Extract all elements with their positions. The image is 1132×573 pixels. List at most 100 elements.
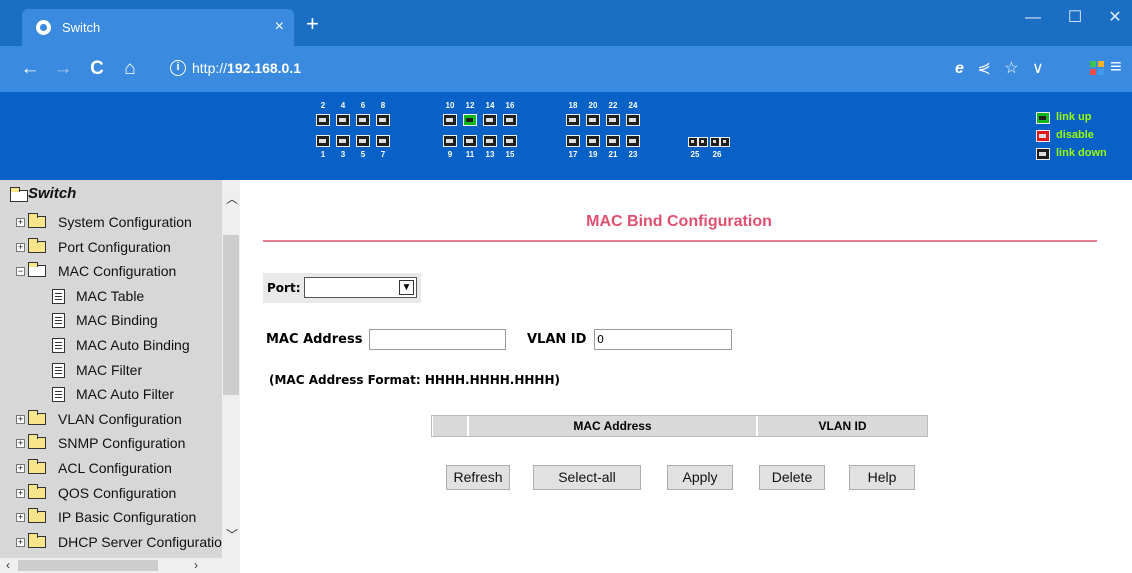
port-disabled-icon	[1036, 130, 1050, 142]
port-15-icon[interactable]	[503, 135, 517, 147]
vlan-id-input[interactable]	[594, 329, 732, 350]
port-25-icon[interactable]	[688, 137, 698, 147]
port-4-icon[interactable]	[336, 114, 350, 126]
port-number-label: 4	[340, 101, 346, 110]
scrollbar-thumb[interactable]	[223, 235, 239, 395]
mac-address-input[interactable]	[369, 329, 506, 350]
port-10-icon[interactable]	[443, 114, 457, 126]
page-icon	[52, 362, 65, 378]
ie-mode-icon[interactable]: e	[955, 58, 964, 80]
close-tab-icon[interactable]: ×	[275, 17, 284, 37]
browser-tab-bar: Switch × + — ☐ ✕	[0, 0, 1132, 46]
port-21-icon[interactable]	[606, 135, 620, 147]
new-tab-button[interactable]: +	[306, 13, 319, 35]
port-number-label: 5	[360, 150, 366, 159]
info-icon[interactable]: i	[170, 60, 186, 76]
help-button[interactable]: Help	[849, 465, 915, 490]
nav-tree: Switch + System Configuration + Port Config…	[0, 180, 222, 558]
horizontal-scrollbar[interactable]: ‹ ›	[0, 558, 240, 573]
scrollbar-thumb[interactable]	[18, 560, 158, 571]
star-icon[interactable]: ☆	[1004, 58, 1018, 80]
port-25-icon	[698, 137, 708, 147]
expand-icon[interactable]: +	[16, 537, 25, 547]
port-9-icon[interactable]	[443, 135, 457, 147]
maximize-button[interactable]: ☐	[1060, 8, 1090, 28]
expand-icon[interactable]: +	[16, 439, 25, 449]
title-divider	[263, 240, 1097, 242]
folder-icon	[28, 434, 46, 450]
scroll-down-icon[interactable]: ﹀	[226, 526, 238, 543]
chevron-down-icon[interactable]: ▼	[399, 280, 414, 295]
mac-address-label: MAC Address	[266, 332, 363, 347]
port-number-label: 15	[505, 150, 515, 159]
vertical-scrollbar[interactable]: ︿ ﹀	[222, 180, 240, 558]
port-number-label: 11	[465, 150, 475, 159]
port-up-icon	[1036, 112, 1050, 124]
port-26-icon[interactable]	[710, 137, 720, 147]
port-18-icon[interactable]	[566, 114, 580, 126]
home-button[interactable]: ⌂	[118, 58, 142, 80]
port-20-icon[interactable]	[586, 114, 600, 126]
chevron-down-icon[interactable]: ∨	[1032, 58, 1044, 80]
expand-icon[interactable]: +	[16, 218, 25, 227]
reload-button[interactable]: C	[85, 58, 109, 80]
expand-icon[interactable]: +	[16, 513, 25, 523]
port-24-icon[interactable]	[626, 114, 640, 126]
expand-icon[interactable]: +	[16, 464, 25, 473]
delete-button[interactable]: Delete	[759, 465, 825, 490]
port-number-label: 25	[690, 150, 700, 159]
refresh-button[interactable]: Refresh	[446, 465, 510, 490]
share-icon[interactable]: ⋞	[977, 58, 990, 80]
port-22-icon[interactable]	[606, 114, 620, 126]
port-13-icon[interactable]	[483, 135, 497, 147]
port-number-label: 6	[360, 101, 366, 110]
collapse-icon[interactable]: −	[16, 267, 25, 277]
port-2-icon[interactable]	[316, 114, 330, 126]
port-5-icon[interactable]	[356, 135, 370, 147]
vlan-id-column-header: VLAN ID	[758, 416, 927, 436]
port-number-label: 7	[380, 150, 386, 159]
back-button[interactable]: ←	[18, 58, 42, 80]
folder-icon	[28, 483, 46, 499]
port-number-label: 26	[712, 150, 722, 159]
port-17-icon[interactable]	[566, 135, 580, 147]
forward-button[interactable]: →	[51, 58, 75, 80]
port-19-icon[interactable]	[586, 135, 600, 147]
page-icon	[52, 387, 65, 403]
port-12-icon[interactable]	[463, 114, 477, 126]
close-window-button[interactable]: ✕	[1100, 8, 1130, 28]
switch-port-panel: 2 4 6 8 10 12 14 16 18 20 22 24 1 3 5 7 9 11 13 15 17 19 21 23 2…	[0, 92, 1132, 180]
port-8-icon[interactable]	[376, 114, 390, 126]
vlan-id-label: VLAN ID	[527, 332, 587, 347]
apps-icon[interactable]	[1090, 61, 1106, 77]
port-14-icon[interactable]	[483, 114, 497, 126]
apply-button[interactable]: Apply	[667, 465, 733, 490]
port-23-icon[interactable]	[626, 135, 640, 147]
scroll-up-icon[interactable]: ︿	[226, 190, 238, 207]
port-7-icon[interactable]	[376, 135, 390, 147]
mac-address-column-header: MAC Address	[469, 416, 756, 436]
page-title: MAC Bind Configuration	[586, 213, 772, 230]
expand-icon[interactable]: +	[16, 488, 25, 498]
scroll-right-icon[interactable]: ›	[194, 558, 198, 572]
port-16-icon[interactable]	[503, 114, 517, 126]
minimize-button[interactable]: —	[1018, 8, 1048, 28]
folder-icon	[28, 213, 46, 228]
scroll-left-icon[interactable]: ‹	[6, 558, 10, 572]
select-all-button[interactable]: Select-all	[533, 465, 641, 490]
url-text: http://192.168.0.1	[192, 60, 301, 76]
browser-tab[interactable]: Switch ×	[22, 9, 294, 46]
expand-icon[interactable]: +	[16, 242, 25, 252]
folder-icon	[28, 237, 46, 253]
port-label: Port:	[267, 281, 301, 295]
port-3-icon[interactable]	[336, 135, 350, 147]
port-number-label: 14	[485, 101, 495, 110]
port-11-icon[interactable]	[463, 135, 477, 147]
port-number-label: 8	[380, 101, 386, 110]
port-1-icon[interactable]	[316, 135, 330, 147]
port-6-icon[interactable]	[356, 114, 370, 126]
expand-icon[interactable]: +	[16, 414, 25, 424]
port-select[interactable]: ▼	[304, 277, 417, 298]
port-26-icon	[720, 137, 730, 147]
menu-icon[interactable]: ≡	[1110, 56, 1122, 79]
